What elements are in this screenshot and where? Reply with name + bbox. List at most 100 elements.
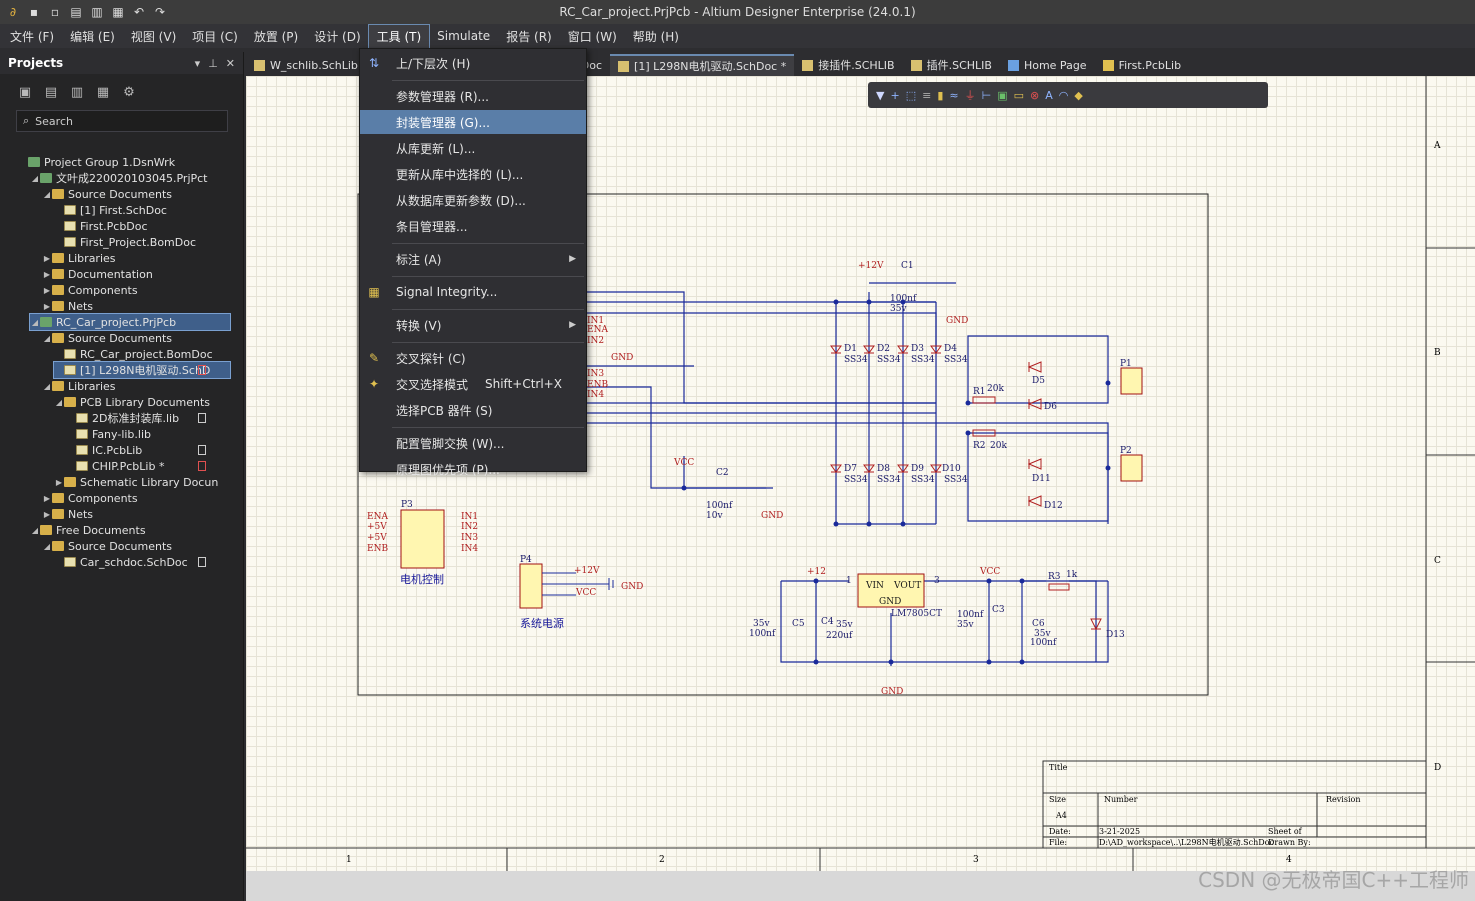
pin-icon[interactable]: ⊥ [208,57,218,70]
tools-menu-item[interactable]: 封装管理器 (G)... [360,110,586,134]
undo-icon[interactable]: ↶ [130,3,148,21]
tree-item[interactable]: [1] L298N电机驱动.SchD [53,361,231,379]
expand-icon[interactable]: ◢ [30,318,40,327]
menu-1[interactable]: 编辑 (E) [62,25,123,48]
menu-0[interactable]: 文件 (F) [2,25,62,48]
tree-item[interactable]: IC.PcbLib [66,442,206,458]
tab-6[interactable]: Home Page [1000,54,1095,76]
tools-menu-item[interactable]: 配置管脚交换 (W)... [360,431,586,455]
tools-menu-item[interactable]: 参数管理器 (R)... [360,84,586,108]
close-icon[interactable]: ✕ [226,57,235,70]
tools-menu-item[interactable]: ▦ Signal Integrity... [360,280,586,304]
add-folder-icon[interactable]: ▦ [94,83,112,101]
menu-4[interactable]: 放置 (P) [246,25,306,48]
open-icon[interactable]: ▥ [88,3,106,21]
gnd-port-icon[interactable]: ⏚ [965,87,976,103]
tree-item[interactable]: ▶ Libraries [42,250,116,266]
connector-p4[interactable] [519,563,543,609]
tree-item[interactable]: Fany-lib.lib [66,426,151,442]
tree-item[interactable]: 2D标准封装库.lib [66,410,206,426]
tree-item[interactable]: Car_schdoc.SchDoc [54,554,206,570]
menu-2[interactable]: 视图 (V) [123,25,184,48]
tree-item[interactable]: ◢ Libraries [42,378,116,394]
tree-item[interactable]: ▶ Components [42,282,138,298]
expand-icon[interactable]: ▶ [42,494,52,503]
tools-menu-item[interactable]: 从库更新 (L)... [360,136,586,160]
tree-item[interactable]: ◢ PCB Library Documents [54,394,210,410]
expand-icon[interactable]: ▶ [54,478,64,487]
tree-item[interactable]: First.PcbDoc [54,218,148,234]
text-icon[interactable]: A [1045,89,1053,102]
menu-8[interactable]: 报告 (R) [498,25,560,48]
tree-item[interactable]: ◢ RC_Car_project.PrjPcb [29,313,231,331]
no-erc-icon[interactable]: ⊗ [1030,89,1039,102]
expand-icon[interactable]: ◢ [42,334,52,343]
connector-p1[interactable] [1120,367,1143,395]
app-logo-icon[interactable]: ∂ [4,3,22,21]
connector-p2[interactable] [1120,454,1143,482]
expand-icon[interactable]: ◢ [42,190,52,199]
open-project-icon[interactable]: ▦ [109,3,127,21]
expand-icon[interactable]: ▶ [42,270,52,279]
menu-5[interactable]: 设计 (D) [306,25,368,48]
tools-menu-item[interactable]: 原理图优先项 (P)... [360,457,586,481]
tree-item[interactable]: ◢ Source Documents [42,330,172,346]
tools-menu-item[interactable]: 选择PCB 器件 (S) [360,398,586,422]
open-folder-icon[interactable]: ▥ [68,83,86,101]
tools-menu-item[interactable]: ✎ 交叉探针 (C) [360,346,586,370]
tab-4[interactable]: 接插件.SCHLIB [794,54,902,76]
tree-item[interactable]: ◢ Source Documents [42,186,172,202]
harness-icon[interactable]: ◆ [1074,89,1082,102]
filter-icon[interactable]: ▼ [876,89,884,102]
menu-6[interactable]: 工具 (T) [367,23,431,49]
tree-item[interactable]: ◢ 文叶成220020103045.PrjPct [30,170,208,186]
tree-item[interactable]: ▶ Schematic Library Docun [54,474,218,490]
save-all-icon[interactable]: ▫ [46,3,64,21]
tree-item[interactable]: [1] First.SchDoc [54,202,167,218]
tools-menu-item[interactable]: ⇅ 上/下层次 (H) [360,51,586,75]
wire-icon[interactable]: ≈ [949,89,958,102]
tree-item[interactable]: ◢ Source Documents [42,538,172,554]
menu-7[interactable]: Simulate [429,26,498,46]
connector-p3[interactable] [400,509,445,569]
tools-menu-item[interactable]: 更新从库中选择的 (L)... [360,162,586,186]
menu-9[interactable]: 窗口 (W) [560,25,625,48]
sheet-symbol-icon[interactable]: ▣ [997,89,1007,102]
gear-icon[interactable]: ⚙ [120,83,138,101]
expand-icon[interactable]: ◢ [42,542,52,551]
arc-icon[interactable]: ◠ [1059,89,1069,102]
place-part-icon[interactable]: ▮ [937,89,943,102]
tree-item[interactable]: ▶ Documentation [42,266,153,282]
tab-5[interactable]: 插件.SCHLIB [903,54,1000,76]
expand-icon[interactable]: ▶ [42,286,52,295]
expand-icon[interactable]: ◢ [54,398,64,407]
tools-menu-item[interactable]: 转换 (V) ▶ [360,313,586,337]
expand-icon[interactable]: ▶ [42,254,52,263]
redo-icon[interactable]: ↷ [151,3,169,21]
save-project-icon[interactable]: ▣ [16,83,34,101]
compile-icon[interactable]: ▤ [42,83,60,101]
expand-icon[interactable]: ▶ [42,510,52,519]
tree-item[interactable]: RC_Car_project.BomDoc [54,346,213,362]
move-icon[interactable]: + [890,89,899,102]
panel-menu-icon[interactable]: ▾ [195,57,201,70]
select-icon[interactable]: ⬚ [906,89,916,102]
tools-menu-item[interactable]: 条目管理器... [360,214,586,238]
tab-7[interactable]: First.PcbLib [1095,54,1189,76]
tools-menu-item[interactable]: 标注 (A) ▶ [360,247,586,271]
tree-item[interactable]: First_Project.BomDoc [54,234,196,250]
tree-item[interactable]: ◢ Free Documents [30,522,146,538]
tree-item[interactable]: Project Group 1.DsnWrk [18,154,175,170]
align-icon[interactable]: ≡ [922,89,931,102]
tree-item[interactable]: CHIP.PcbLib * [66,458,206,474]
tree-item[interactable]: ▶ Nets [42,298,93,314]
search-input[interactable]: ⌕ Search [16,110,228,132]
new-icon[interactable]: ▤ [67,3,85,21]
expand-icon[interactable]: ◢ [30,526,40,535]
expand-icon[interactable]: ◢ [30,174,40,183]
tree-item[interactable]: ▶ Components [42,490,138,506]
tree-item[interactable]: ▶ Nets [42,506,93,522]
tools-menu-item[interactable]: ✦ 交叉选择模式 Shift+Ctrl+X [360,372,586,396]
tab-3[interactable]: [1] L298N电机驱动.SchDoc * [610,54,795,76]
tools-menu-item[interactable]: 从数据库更新参数 (D)... [360,188,586,212]
